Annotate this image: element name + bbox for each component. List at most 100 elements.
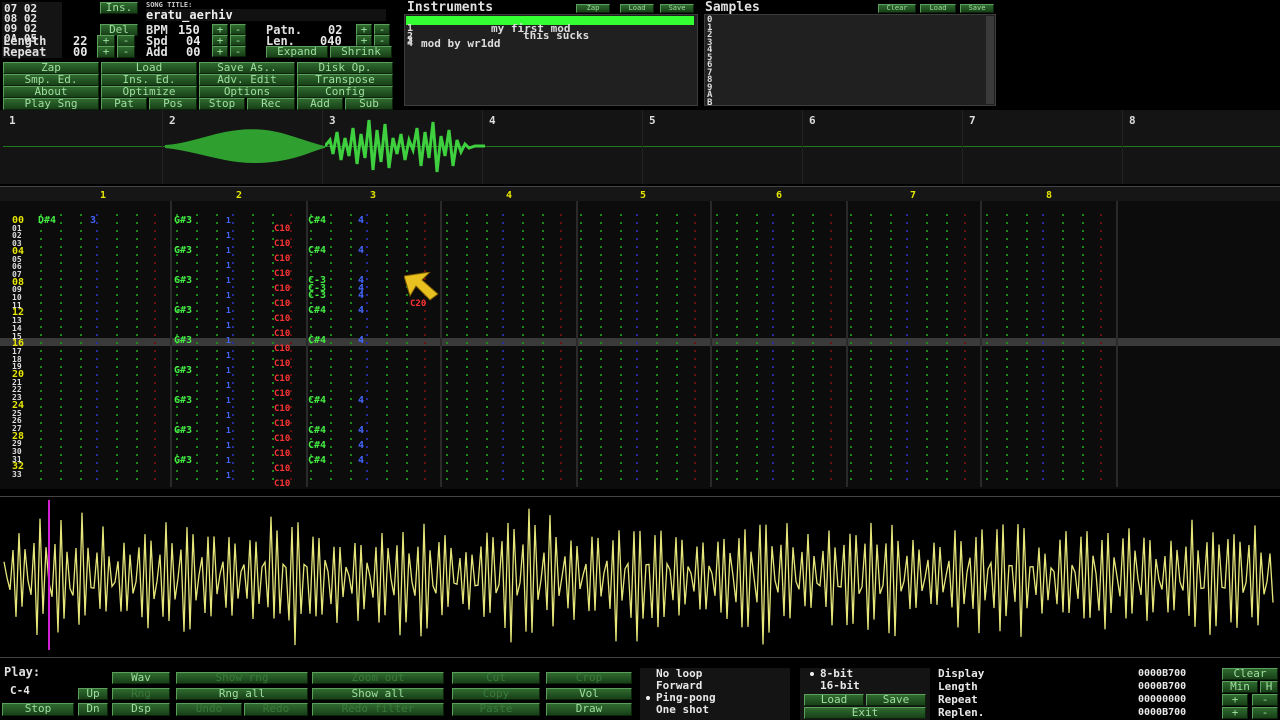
pattern-volume[interactable]: C10 [274, 299, 290, 309]
smp-stop-button[interactable]: Stop [2, 703, 74, 716]
channel-scope[interactable]: 1 [3, 110, 163, 184]
pattern-instrument[interactable]: 4 [358, 246, 364, 256]
channel-header[interactable]: 7 [846, 190, 980, 201]
spd-down-button[interactable]: - [230, 35, 246, 46]
crop-button[interactable]: Crop [546, 672, 632, 684]
config-button[interactable]: Config [297, 86, 393, 98]
show-range-button[interactable]: Show rng [176, 672, 308, 684]
zap-button[interactable]: Zap [3, 62, 99, 74]
bpm-up-button[interactable]: + [212, 24, 228, 35]
sample-save-button[interactable]: Save [866, 694, 926, 706]
instrument-item[interactable]: this sucks [523, 30, 589, 41]
len-up-button[interactable]: + [356, 35, 372, 46]
pattern-volume[interactable]: C10 [274, 284, 290, 294]
patn-up-button[interactable]: + [356, 24, 372, 35]
pattern-note[interactable]: C#4 [308, 396, 326, 406]
sample-scrollbar[interactable] [986, 16, 994, 104]
channel-header[interactable]: 6 [712, 190, 846, 201]
pattern-note[interactable]: G#3 [174, 216, 192, 226]
pattern-note[interactable]: G#3 [174, 276, 192, 286]
pattern-volume[interactable]: C10 [274, 359, 290, 369]
pattern-note[interactable]: G#3 [174, 246, 192, 256]
redo-button[interactable]: Redo [244, 703, 308, 716]
channel-header[interactable]: 3 [306, 190, 440, 201]
smp-dn-button[interactable]: Dn [78, 703, 108, 716]
pattern-note[interactable]: D#4 [38, 216, 56, 226]
expand-button[interactable]: Expand [266, 46, 328, 58]
clear-button[interactable]: Clear [1222, 668, 1278, 680]
ins-button[interactable]: Ins. [100, 2, 138, 14]
spd-up-button[interactable]: + [212, 35, 228, 46]
replen-plus-button[interactable]: + [1222, 707, 1248, 719]
pattern-volume[interactable]: C10 [274, 389, 290, 399]
channel-header[interactable]: 8 [982, 190, 1116, 201]
pattern-instrument[interactable]: 4 [358, 396, 364, 406]
pattern-note[interactable]: C#4 [308, 246, 326, 256]
pattern-instrument[interactable]: 1 [226, 456, 231, 466]
channel-header[interactable]: 4 [442, 190, 576, 201]
bpm-down-button[interactable]: - [230, 24, 246, 35]
pattern-volume[interactable]: C10 [274, 344, 290, 354]
pos-button[interactable]: Pos [149, 98, 197, 110]
instrument-list[interactable]: 1 2 3 my first mod this sucks 4 mod by w… [404, 14, 698, 106]
zoom-out-button[interactable]: Zoom out [312, 672, 444, 684]
channel-header[interactable]: 5 [576, 190, 710, 201]
undo-button[interactable]: Undo [176, 703, 242, 716]
pattern-instrument[interactable]: 1 [226, 276, 231, 286]
optimize-button[interactable]: Optimize [101, 86, 197, 98]
pattern-instrument[interactable]: 4 [358, 456, 364, 466]
smp-clear-button[interactable]: Clear [878, 4, 916, 13]
pattern-instrument[interactable]: 1 [226, 261, 231, 271]
pattern-instrument[interactable]: 4 [358, 291, 364, 301]
pattern-instrument[interactable]: 1 [226, 216, 231, 226]
h-button[interactable]: H [1260, 681, 1278, 693]
channel-scope[interactable]: 8 [1123, 110, 1280, 184]
save-as-button[interactable]: Save As.. [199, 62, 295, 74]
pattern-note[interactable]: C#4 [308, 336, 326, 346]
sample-waveform-view[interactable] [0, 496, 1280, 658]
pattern-instrument[interactable]: 4 [358, 216, 364, 226]
pattern-instrument[interactable]: 1 [226, 471, 231, 481]
add-button[interactable]: Add [297, 98, 343, 110]
rec-button[interactable]: Rec [247, 98, 295, 110]
shrink-button[interactable]: Shrink [330, 46, 392, 58]
pattern-instrument[interactable]: 1 [226, 321, 231, 331]
smp-ed-button[interactable]: Smp. Ed. [3, 74, 99, 86]
paste-button[interactable]: Paste [452, 703, 540, 716]
smp-up-button[interactable]: Up [78, 688, 108, 700]
inst-zap-button[interactable]: Zap [576, 4, 610, 13]
pattern-instrument[interactable]: 3 [90, 216, 96, 226]
pattern-instrument[interactable]: 1 [226, 336, 231, 346]
pattern-instrument[interactable]: 1 [226, 231, 231, 241]
channel-header[interactable]: 1 [36, 190, 170, 201]
pattern-instrument[interactable]: 1 [226, 396, 231, 406]
repeat-up-button[interactable]: + [97, 46, 115, 58]
pattern-note[interactable]: C#4 [308, 456, 326, 466]
pattern-instrument[interactable]: 1 [226, 411, 231, 421]
pattern-volume[interactable]: C10 [274, 329, 290, 339]
range-all-button[interactable]: Rng all [176, 688, 308, 700]
pattern-volume[interactable]: C10 [274, 404, 290, 414]
pattern-volume[interactable]: C10 [274, 224, 290, 234]
pattern-note[interactable]: G#3 [174, 336, 192, 346]
smp-load-button[interactable]: Load [920, 4, 956, 13]
ins-ed-button[interactable]: Ins. Ed. [101, 74, 197, 86]
sample-load-button[interactable]: Load [804, 694, 864, 706]
channel-scope[interactable]: 5 [643, 110, 803, 184]
pattern-instrument[interactable]: 1 [226, 441, 231, 451]
channel-header[interactable]: 2 [172, 190, 306, 201]
pattern-note[interactable]: G#3 [174, 456, 192, 466]
song-title-field[interactable]: eratu_aerhiv [146, 9, 386, 21]
smp-dsp-button[interactable]: Dsp [112, 703, 170, 716]
smp-save-button[interactable]: Save [960, 4, 994, 13]
draw-button[interactable]: Draw [546, 703, 632, 716]
repeat-down-button[interactable]: - [117, 46, 135, 58]
pattern-note[interactable]: G#3 [174, 306, 192, 316]
len-down-button[interactable]: - [374, 35, 390, 46]
sub-button[interactable]: Sub [345, 98, 393, 110]
pattern-volume[interactable]: C10 [274, 419, 290, 429]
stop-button[interactable]: Stop [199, 98, 245, 110]
pattern-note[interactable]: G#3 [174, 396, 192, 406]
pattern-instrument[interactable]: 4 [358, 441, 364, 451]
pattern-instrument[interactable]: 1 [226, 381, 231, 391]
